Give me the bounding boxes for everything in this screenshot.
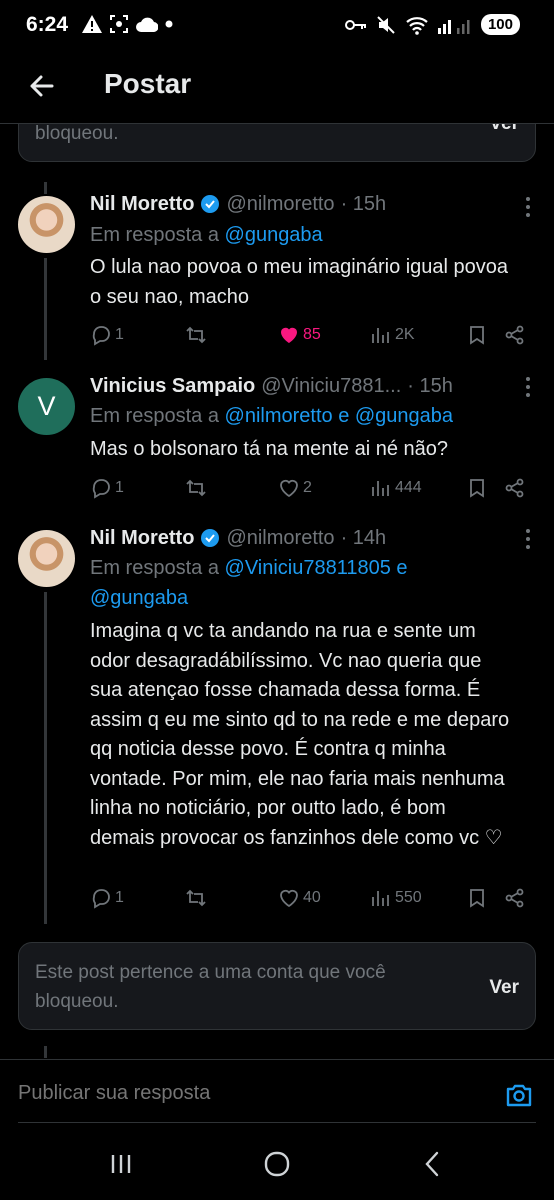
- mute-icon: [377, 15, 395, 34]
- reply-icon: [92, 889, 110, 909]
- share-button[interactable]: [504, 884, 526, 912]
- screenshot-icon: [110, 15, 128, 33]
- reply-button[interactable]: 1: [90, 884, 124, 912]
- bookmark-button[interactable]: [466, 474, 488, 502]
- mention-link[interactable]: @gungaba: [225, 224, 323, 246]
- bookmark-icon: [470, 889, 484, 908]
- views-button[interactable]: 2K: [370, 321, 415, 349]
- bookmark-icon: [470, 479, 484, 498]
- repost-button[interactable]: [185, 474, 207, 502]
- tweet-actions: 1 2 444: [90, 474, 536, 502]
- avatar[interactable]: [18, 530, 75, 587]
- avatar[interactable]: [18, 196, 75, 253]
- like-button[interactable]: 85: [278, 321, 321, 349]
- thread-line: [44, 258, 47, 360]
- share-button[interactable]: [504, 474, 526, 502]
- tweet-actions: 1 40 550: [90, 884, 536, 912]
- reply-button[interactable]: 1: [90, 321, 124, 349]
- tweet-actions: 1 85 2K: [90, 321, 536, 349]
- thread-line: [44, 592, 47, 924]
- author-name[interactable]: Vinicius Sampaio: [90, 375, 255, 398]
- views-icon: [372, 891, 389, 906]
- key-icon: [344, 19, 366, 30]
- signal-icon: [437, 19, 470, 34]
- thread-line: [44, 182, 47, 194]
- repost-button[interactable]: [185, 321, 207, 349]
- dot-icon: [165, 20, 173, 28]
- repost-icon: [186, 479, 206, 497]
- share-button[interactable]: [504, 321, 526, 349]
- repost-button[interactable]: [185, 884, 207, 912]
- verified-badge-icon: [201, 195, 220, 213]
- status-bar: 6:24 100: [0, 0, 554, 52]
- cloud-icon: [136, 17, 158, 32]
- post-time: · 14h: [340, 526, 387, 549]
- bookmark-button[interactable]: [466, 884, 488, 912]
- divider: [18, 1122, 536, 1123]
- warning-icon: [82, 15, 102, 33]
- top-app-bar: Postar: [0, 52, 554, 124]
- like-button[interactable]: 40: [278, 884, 321, 912]
- view-blocked-button[interactable]: Ver: [489, 977, 519, 999]
- back-icon[interactable]: [416, 1149, 450, 1179]
- author-handle[interactable]: @nilmoretto: [226, 527, 334, 550]
- reply-context: Em resposta a @nilmoretto e @gungaba: [90, 405, 454, 427]
- arrow-left-icon[interactable]: [22, 66, 62, 106]
- post-time: · 15h: [407, 374, 453, 397]
- blocked-post-card: Este post pertence a uma conta que você …: [18, 942, 536, 1030]
- home-icon[interactable]: [260, 1149, 294, 1179]
- reply-icon: [92, 479, 110, 499]
- views-button[interactable]: 550: [370, 884, 422, 912]
- views-button[interactable]: 444: [370, 474, 422, 502]
- author-name[interactable]: Nil Moretto: [90, 193, 194, 216]
- share-icon: [505, 478, 524, 498]
- system-nav-bar: [0, 1125, 554, 1200]
- blocked-post-text: Este post pertence a uma conta que você …: [35, 962, 386, 1012]
- share-icon: [505, 325, 524, 345]
- tweet-text: Mas o bolsonaro tá na mente ai né não?: [90, 438, 449, 460]
- reply-context: Em resposta a @gungaba: [90, 224, 323, 246]
- more-options-icon[interactable]: [524, 376, 532, 398]
- wifi-icon: [406, 16, 428, 35]
- battery-indicator: 100: [480, 14, 520, 35]
- reply-context: Em resposta a @Viniciu78811805 e @gungab…: [90, 557, 408, 609]
- status-time: 6:24: [26, 13, 69, 36]
- verified-badge-icon: [201, 529, 220, 547]
- mention-link[interactable]: @nilmoretto e @gungaba: [225, 405, 454, 427]
- heart-filled-icon: [281, 327, 297, 343]
- heart-icon: [280, 479, 298, 498]
- author-handle[interactable]: @Viniciu7881...: [261, 375, 401, 398]
- reply-icon: [92, 326, 110, 346]
- repost-icon: [186, 889, 206, 907]
- tweet-text: Imagina q vc ta andando na rua e sente u…: [90, 620, 510, 849]
- recent-apps-icon[interactable]: [104, 1149, 138, 1179]
- author-name[interactable]: Nil Moretto: [90, 527, 194, 550]
- heart-icon: [280, 889, 298, 908]
- tweet-text: O lula nao povoa o meu imaginário igual …: [90, 256, 509, 308]
- more-options-icon[interactable]: [524, 528, 532, 550]
- author-handle[interactable]: @nilmoretto: [226, 193, 334, 216]
- reply-composer: [0, 1059, 554, 1125]
- bookmark-button[interactable]: [466, 321, 488, 349]
- avatar[interactable]: V: [18, 378, 75, 435]
- views-icon: [372, 328, 389, 343]
- page-title: Postar: [104, 68, 192, 99]
- repost-icon: [186, 326, 206, 344]
- views-icon: [372, 481, 389, 496]
- reply-input[interactable]: [18, 1082, 458, 1105]
- camera-icon[interactable]: [504, 1080, 534, 1110]
- thread-line: [44, 1046, 47, 1058]
- post-time: · 15h: [340, 192, 387, 215]
- like-button[interactable]: 2: [278, 474, 312, 502]
- more-options-icon[interactable]: [524, 196, 532, 218]
- bookmark-icon: [470, 326, 484, 345]
- share-icon: [505, 888, 524, 908]
- reply-button[interactable]: 1: [90, 474, 124, 502]
